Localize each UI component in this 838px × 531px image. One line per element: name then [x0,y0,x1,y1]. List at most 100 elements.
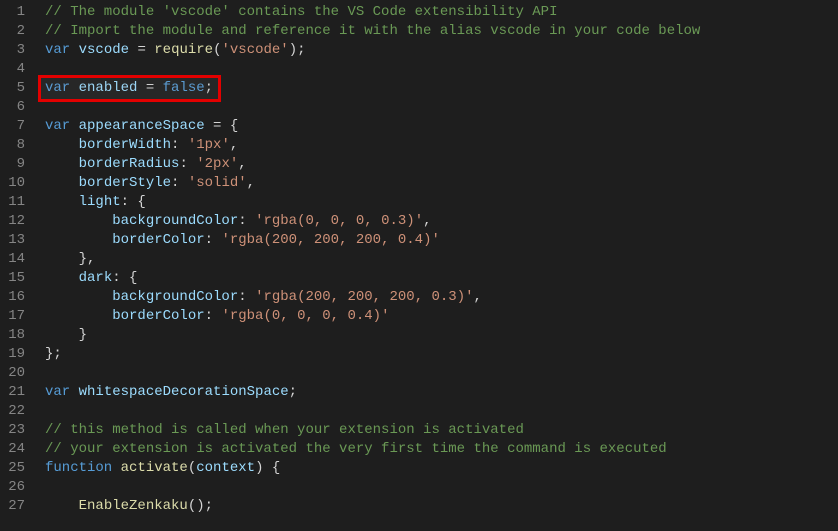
code-token: ; [205,80,213,96]
line-number: 13 [0,231,25,250]
code-token: = [129,42,154,58]
line-number: 27 [0,497,25,516]
code-line[interactable]: }, [35,250,838,269]
line-number: 1 [0,3,25,22]
line-number: 26 [0,478,25,497]
code-line[interactable]: EnableZenkaku(); [35,497,838,516]
line-number: 22 [0,402,25,421]
code-token: , [230,137,238,153]
code-token [45,498,79,514]
code-token: borderWidth [79,137,171,153]
code-token: appearanceSpace [79,118,205,134]
code-token: var [45,80,70,96]
code-token: , [474,289,482,305]
code-token: function [45,460,112,476]
code-token: vscode [79,42,129,58]
line-number: 11 [0,193,25,212]
code-token: activate [121,460,188,476]
code-line[interactable]: // your extension is activated the very … [35,440,838,459]
code-token: , [247,175,255,191]
line-number: 25 [0,459,25,478]
code-token: }, [45,251,95,267]
code-token: dark [79,270,113,286]
code-token: borderColor [112,308,204,324]
code-token: : [179,156,196,172]
code-token: borderRadius [79,156,180,172]
code-token: enabled [79,80,138,96]
code-token: }; [45,346,62,362]
line-number: 7 [0,117,25,136]
line-number: 12 [0,212,25,231]
code-line[interactable]: // Import the module and reference it wi… [35,22,838,41]
code-token: : [171,137,188,153]
code-token [112,460,120,476]
code-token: EnableZenkaku [79,498,188,514]
code-line[interactable]: var appearanceSpace = { [35,117,838,136]
code-line[interactable]: backgroundColor: 'rgba(0, 0, 0, 0.3)', [35,212,838,231]
code-token: ); [289,42,306,58]
code-line[interactable]: // The module 'vscode' contains the VS C… [35,3,838,22]
code-line[interactable]: borderStyle: 'solid', [35,174,838,193]
code-token: '2px' [196,156,238,172]
code-token [70,118,78,134]
line-number: 21 [0,383,25,402]
line-number: 17 [0,307,25,326]
code-line[interactable]: var whitespaceDecorationSpace; [35,383,838,402]
code-token: backgroundColor [112,289,238,305]
line-number: 9 [0,155,25,174]
code-token: whitespaceDecorationSpace [79,384,289,400]
code-token: // your extension is activated the very … [45,441,667,457]
code-token: // this method is called when your exten… [45,422,524,438]
code-line[interactable]: borderRadius: '2px', [35,155,838,174]
code-line[interactable] [35,98,838,117]
code-token: : [205,308,222,324]
line-number: 10 [0,174,25,193]
code-token: context [196,460,255,476]
code-line[interactable] [35,60,838,79]
code-line[interactable]: backgroundColor: 'rgba(200, 200, 200, 0.… [35,288,838,307]
code-token: // Import the module and reference it wi… [45,23,700,39]
line-number: 5 [0,79,25,98]
code-token: backgroundColor [112,213,238,229]
code-token: 'rgba(200, 200, 200, 0.4)' [221,232,439,248]
code-line[interactable]: var vscode = require('vscode'); [35,41,838,60]
code-token [45,308,112,324]
line-number: 2 [0,22,25,41]
line-number: 3 [0,41,25,60]
code-line[interactable] [35,478,838,497]
code-token: 'rgba(0, 0, 0, 0.4)' [221,308,389,324]
code-line[interactable]: light: { [35,193,838,212]
code-token [70,384,78,400]
code-token: ; [289,384,297,400]
code-line[interactable]: }; [35,345,838,364]
code-token: var [45,42,70,58]
code-line[interactable] [35,364,838,383]
code-token: , [238,156,246,172]
code-token: light [79,194,121,210]
code-line[interactable]: dark: { [35,269,838,288]
code-token: require [154,42,213,58]
code-line[interactable] [35,402,838,421]
line-number: 8 [0,136,25,155]
code-line[interactable]: } [35,326,838,345]
code-line[interactable]: borderColor: 'rgba(200, 200, 200, 0.4)' [35,231,838,250]
code-line[interactable]: function activate(context) { [35,459,838,478]
code-token [45,289,112,305]
line-number: 16 [0,288,25,307]
code-line[interactable]: borderColor: 'rgba(0, 0, 0, 0.4)' [35,307,838,326]
line-number-gutter: 1234567891011121314151617181920212223242… [0,0,35,531]
code-line[interactable]: // this method is called when your exten… [35,421,838,440]
code-token [70,42,78,58]
code-token: var [45,384,70,400]
code-token: : [238,213,255,229]
code-token: (); [188,498,213,514]
line-number: 4 [0,60,25,79]
code-token: = { [205,118,239,134]
code-line[interactable]: borderWidth: '1px', [35,136,838,155]
code-token [45,213,112,229]
code-line[interactable]: var enabled = false; [35,79,838,98]
line-number: 6 [0,98,25,117]
code-editor[interactable]: // The module 'vscode' contains the VS C… [35,0,838,531]
line-number: 23 [0,421,25,440]
code-token: 'vscode' [221,42,288,58]
